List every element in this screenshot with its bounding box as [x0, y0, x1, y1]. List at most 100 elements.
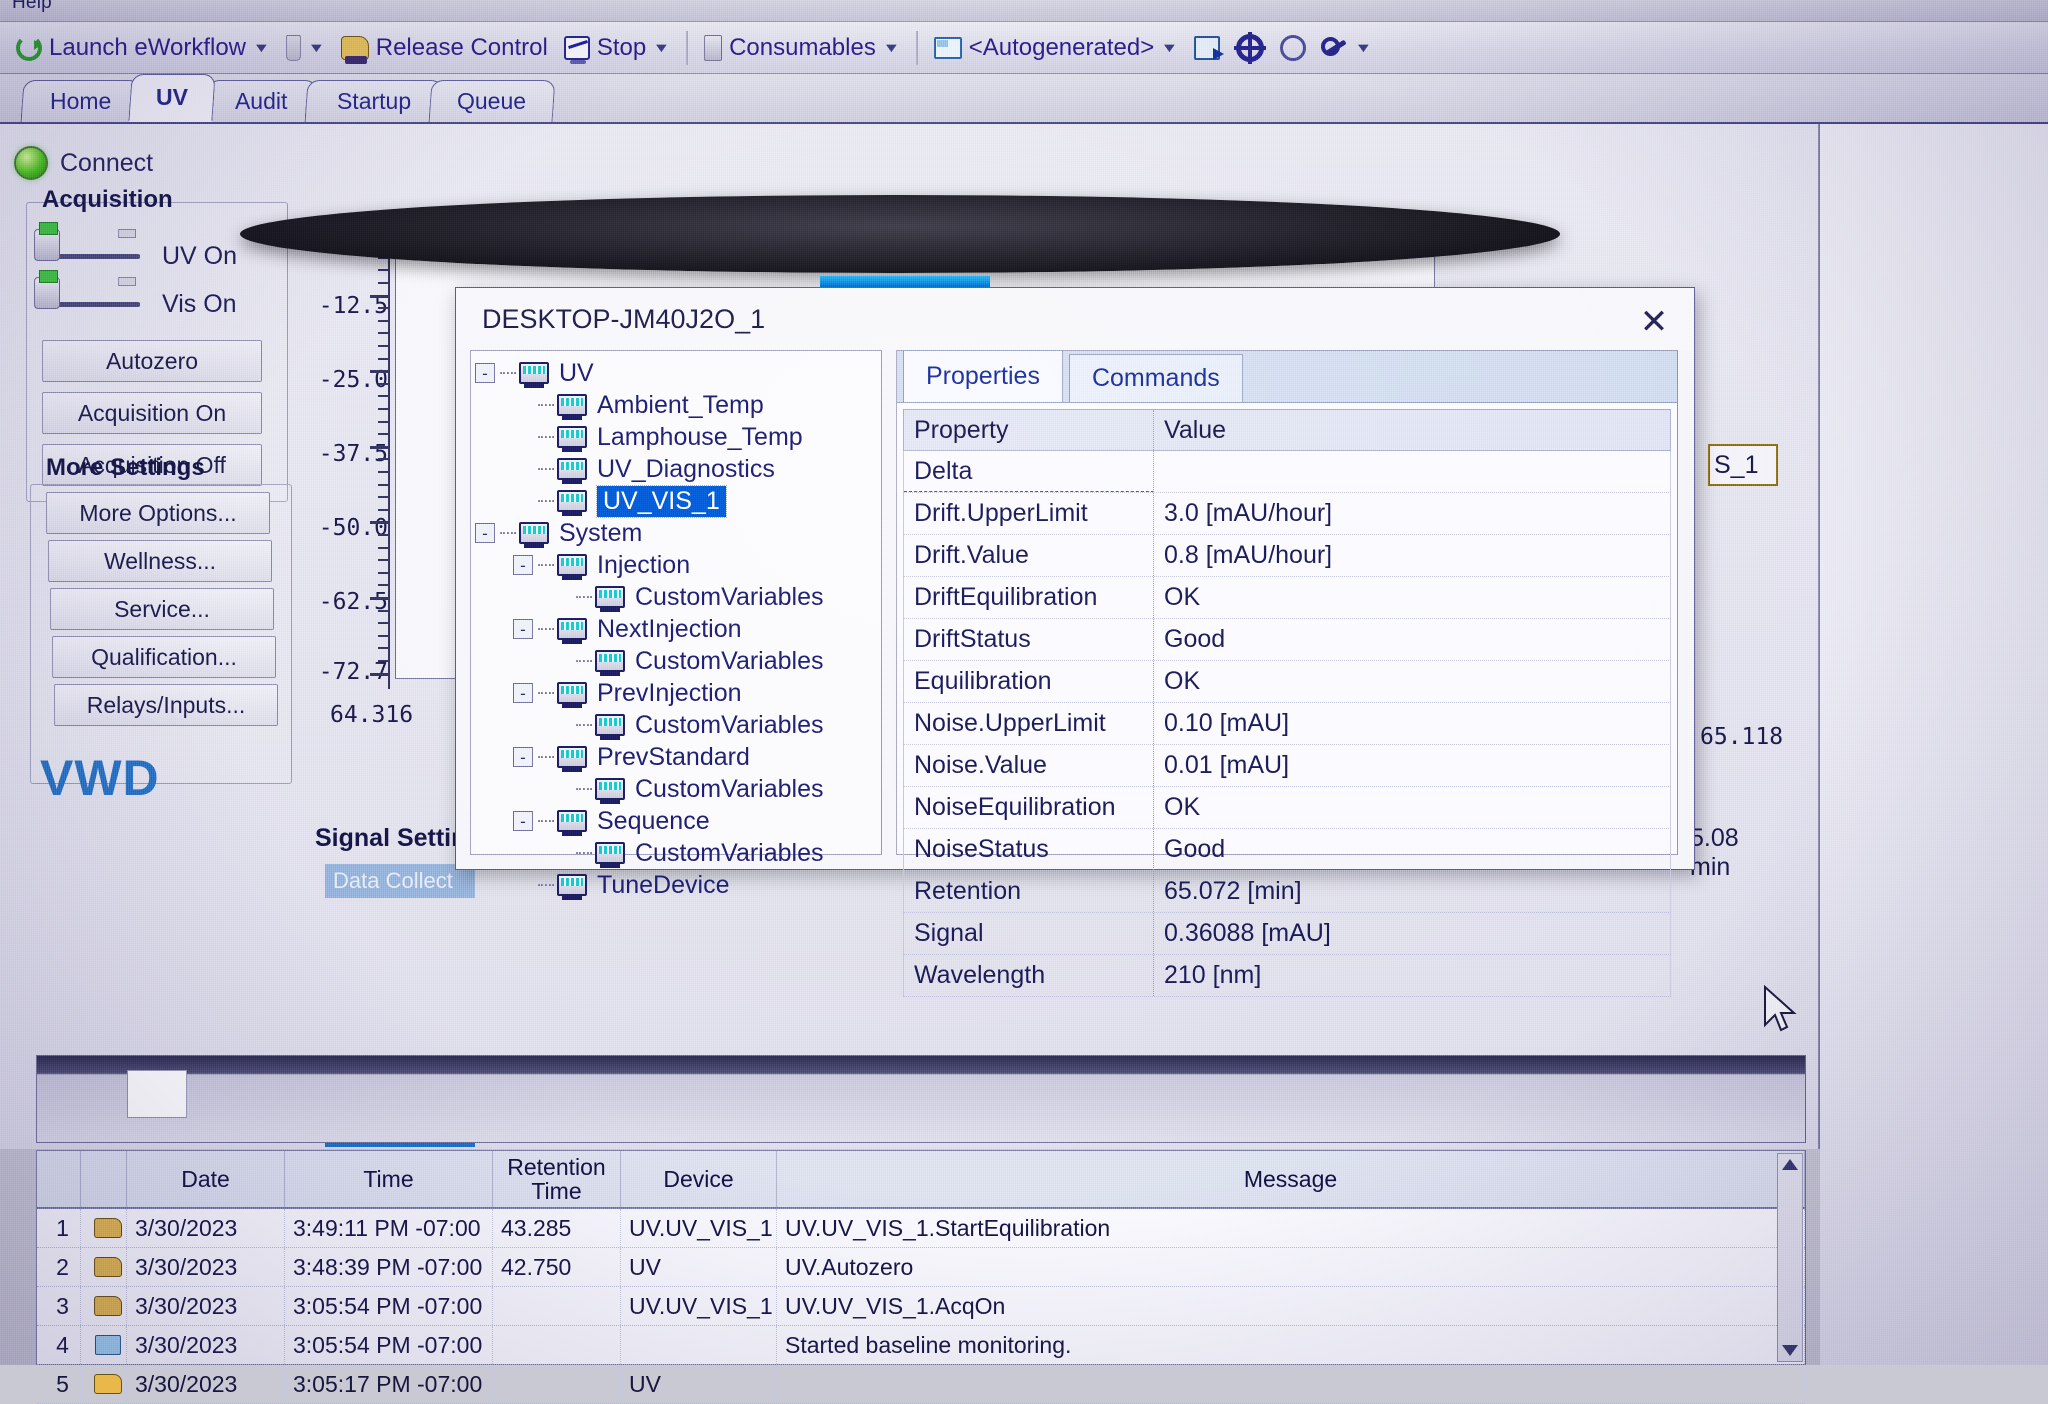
- toolbar-launch-eworkflow[interactable]: Launch eWorkflow ▼: [8, 26, 278, 70]
- property-row[interactable]: Delta: [903, 451, 1671, 493]
- tree-item-previnjection[interactable]: -PrevInjection: [475, 677, 879, 709]
- relays-inputs-button[interactable]: Relays/Inputs...: [54, 684, 278, 726]
- column-header-property[interactable]: Property: [904, 410, 1154, 450]
- tree-item-customvariables[interactable]: CustomVariables: [475, 837, 879, 869]
- screen-glare-artifact: [240, 195, 1560, 273]
- tree-item-tunedevice[interactable]: TuneDevice: [475, 869, 879, 901]
- device-tree-pane[interactable]: -UVAmbient_TempLamphouse_TempUV_Diagnost…: [470, 350, 882, 855]
- chevron-down-icon[interactable]: ▼: [653, 40, 671, 55]
- tree-item-uv[interactable]: -UV: [475, 357, 879, 389]
- toolbar-vial-button[interactable]: ▼: [278, 26, 333, 70]
- table-row[interactable]: 53/30/20233:05:17 PM -07:00UV: [37, 1365, 1805, 1404]
- tree-item-prevstandard[interactable]: -PrevStandard: [475, 741, 879, 773]
- property-row[interactable]: EquilibrationOK: [903, 661, 1671, 703]
- toolbar-settings-button[interactable]: [1228, 26, 1272, 70]
- service-button[interactable]: Service...: [50, 588, 274, 630]
- chevron-down-icon[interactable]: ▼: [882, 40, 900, 55]
- collapse-icon[interactable]: -: [513, 747, 533, 767]
- uv-on-slider[interactable]: UV On: [40, 242, 237, 271]
- toolbar-label: Release Control: [376, 34, 548, 62]
- log-column-retention-time[interactable]: Retention Time: [493, 1151, 621, 1207]
- y-axis-tick: [378, 332, 388, 334]
- chevron-down-icon[interactable]: ▼: [1355, 40, 1373, 55]
- toolbar-release-control[interactable]: Release Control: [333, 26, 556, 70]
- property-row[interactable]: Retention65.072 [min]: [903, 871, 1671, 913]
- table-row[interactable]: 23/30/20233:48:39 PM -07:0042.750UVUV.Au…: [37, 1248, 1805, 1287]
- tree-item-customvariables[interactable]: CustomVariables: [475, 709, 879, 741]
- log-column-index: [37, 1151, 81, 1207]
- acquisition-on-button[interactable]: Acquisition On: [42, 392, 262, 434]
- tree-item-lamphouse-temp[interactable]: Lamphouse_Temp: [475, 421, 879, 453]
- property-row[interactable]: DriftStatusGood: [903, 619, 1671, 661]
- tab-home[interactable]: Home: [21, 80, 142, 122]
- tree-item-system[interactable]: -System: [475, 517, 879, 549]
- toolbar-tools-button[interactable]: ▼: [1314, 26, 1380, 70]
- table-row[interactable]: 13/30/20233:49:11 PM -07:0043.285UV.UV_V…: [37, 1209, 1805, 1248]
- log-scrollbar[interactable]: [1777, 1153, 1803, 1362]
- property-row[interactable]: Signal0.36088 [mAU]: [903, 913, 1671, 955]
- tree-item-customvariables[interactable]: CustomVariables: [475, 773, 879, 805]
- data-collection-chip[interactable]: Data Collect: [325, 864, 475, 898]
- slider-nub: [118, 229, 136, 238]
- property-row[interactable]: NoiseEquilibrationOK: [903, 787, 1671, 829]
- slider-knob[interactable]: [34, 277, 60, 309]
- tree-item-customvariables[interactable]: CustomVariables: [475, 581, 879, 613]
- tree-item-nextinjection[interactable]: -NextInjection: [475, 613, 879, 645]
- tab-queue[interactable]: Queue: [429, 80, 556, 122]
- toolbar-stop[interactable]: Stop ▼: [556, 26, 678, 70]
- column-header-value[interactable]: Value: [1154, 410, 1670, 450]
- log-header-row: Date Time Retention Time Device Message: [37, 1151, 1805, 1209]
- log-column-message[interactable]: Message: [777, 1151, 1805, 1207]
- menu-item-help[interactable]: Help: [12, 0, 52, 14]
- chevron-down-icon[interactable]: ▼: [307, 40, 325, 55]
- tree-item-uv-vis-1[interactable]: UV_VIS_1: [475, 485, 879, 517]
- tree-item-sequence[interactable]: -Sequence: [475, 805, 879, 837]
- toolbar-face-button[interactable]: [1272, 26, 1314, 70]
- table-row[interactable]: 43/30/20233:05:54 PM -07:00Started basel…: [37, 1326, 1805, 1365]
- device-tree[interactable]: -UVAmbient_TempLamphouse_TempUV_Diagnost…: [475, 357, 879, 901]
- collapse-icon[interactable]: -: [513, 683, 533, 703]
- chevron-down-icon[interactable]: ▼: [252, 40, 270, 55]
- property-row[interactable]: DriftEquilibrationOK: [903, 577, 1671, 619]
- property-row[interactable]: Wavelength210 [nm]: [903, 955, 1671, 997]
- tree-item-ambient-temp[interactable]: Ambient_Temp: [475, 389, 879, 421]
- tree-item-injection[interactable]: -Injection: [475, 549, 879, 581]
- tab-commands[interactable]: Commands: [1069, 354, 1243, 402]
- log-cell-retention-time: [493, 1287, 621, 1325]
- property-row[interactable]: Drift.UpperLimit3.0 [mAU/hour]: [903, 493, 1671, 535]
- tree-item-uv-diagnostics[interactable]: UV_Diagnostics: [475, 453, 879, 485]
- table-row[interactable]: 33/30/20233:05:54 PM -07:00UV.UV_VIS_1UV…: [37, 1287, 1805, 1326]
- more-options-button[interactable]: More Options...: [46, 492, 270, 534]
- property-row[interactable]: Drift.Value0.8 [mAU/hour]: [903, 535, 1671, 577]
- property-row[interactable]: Noise.Value0.01 [mAU]: [903, 745, 1671, 787]
- qualification-button[interactable]: Qualification...: [52, 636, 276, 678]
- close-icon[interactable]: ✕: [1634, 302, 1674, 342]
- property-row[interactable]: NoiseStatusGood: [903, 829, 1671, 871]
- collapse-icon[interactable]: -: [475, 363, 495, 383]
- tab-properties[interactable]: Properties: [903, 350, 1063, 402]
- log-toolbar-chip[interactable]: [127, 1070, 187, 1118]
- tab-uv[interactable]: UV: [128, 74, 215, 122]
- log-column-time[interactable]: Time: [285, 1151, 493, 1207]
- log-column-date[interactable]: Date: [127, 1151, 285, 1207]
- vis-on-slider[interactable]: Vis On: [40, 290, 237, 319]
- tree-item-customvariables[interactable]: CustomVariables: [475, 645, 879, 677]
- toolbar-consumables[interactable]: Consumables ▼: [696, 26, 908, 70]
- tab-startup[interactable]: Startup: [305, 80, 444, 122]
- log-column-device[interactable]: Device: [621, 1151, 777, 1207]
- chevron-down-icon[interactable]: ▼: [1161, 40, 1179, 55]
- slider-knob[interactable]: [34, 229, 60, 261]
- collapse-icon[interactable]: -: [513, 555, 533, 575]
- collapse-icon[interactable]: -: [513, 811, 533, 831]
- scroll-up-icon[interactable]: [1782, 1159, 1798, 1170]
- wellness-button[interactable]: Wellness...: [48, 540, 272, 582]
- connect-status[interactable]: Connect: [14, 146, 153, 180]
- property-row[interactable]: Noise.UpperLimit0.10 [mAU]: [903, 703, 1671, 745]
- autozero-button[interactable]: Autozero: [42, 340, 262, 382]
- scroll-down-icon[interactable]: [1782, 1345, 1798, 1356]
- toolbar-window-arrow-button[interactable]: [1186, 26, 1228, 70]
- collapse-icon[interactable]: -: [513, 619, 533, 639]
- collapse-icon[interactable]: -: [475, 523, 495, 543]
- tab-audit[interactable]: Audit: [205, 80, 318, 122]
- toolbar-autogenerated[interactable]: <Autogenerated> ▼: [926, 26, 1186, 70]
